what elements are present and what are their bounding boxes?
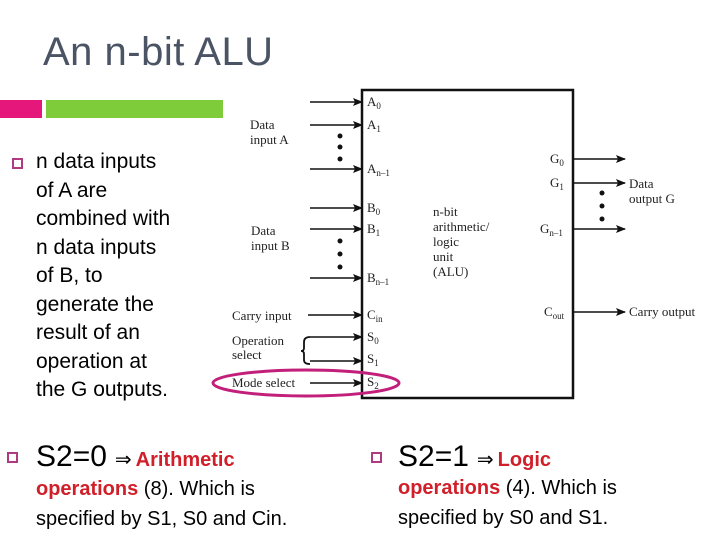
data-output-g-label: output G: [629, 191, 675, 206]
ellipsis-dot: [599, 190, 605, 196]
carry-output-label: Carry output: [629, 304, 695, 319]
pin-b1: B1: [367, 221, 380, 238]
pin-an-1: An–1: [367, 161, 390, 178]
carry-input-label: Carry input: [232, 308, 292, 323]
ellipsis-dot: [337, 251, 343, 257]
mode-select-label: Mode select: [232, 375, 296, 390]
pin-a0: A0: [367, 94, 381, 111]
ellipsis-dot: [599, 203, 605, 209]
ellipsis-dot: [337, 264, 343, 270]
ellipsis-dot: [337, 156, 343, 162]
pin-bn-1: Bn–1: [367, 270, 389, 287]
brace-icon: [300, 336, 311, 365]
operation-select-label: Operation: [232, 333, 284, 348]
pin-cin: Cin: [367, 307, 383, 324]
operation-select-label: select: [232, 347, 262, 362]
alu-box: [360, 88, 575, 400]
data-input-a-label: input A: [250, 132, 289, 147]
alu-label-line: arithmetic/: [433, 219, 490, 234]
alu-label-line: n-bit: [433, 204, 458, 219]
pin-s1: S1: [367, 351, 379, 368]
pin-b0: B0: [367, 200, 381, 217]
alu-label-line: (ALU): [433, 264, 468, 279]
pin-cout: Cout: [544, 304, 565, 321]
ellipsis-dot: [337, 144, 343, 150]
ellipsis-dot: [337, 238, 343, 244]
alu-label-line: logic: [433, 234, 459, 249]
data-output-g-label: Data: [629, 176, 654, 191]
pin-g0: G0: [550, 151, 564, 168]
pin-s2: S2: [367, 374, 379, 391]
data-input-b-label: input B: [251, 238, 290, 253]
data-input-b-label: Data: [251, 223, 276, 238]
pin-s0: S0: [367, 329, 379, 346]
alu-block-diagram: n-bit arithmetic/ logic unit (ALU) Data …: [211, 88, 695, 400]
alu-label-line: unit: [433, 249, 454, 264]
ellipsis-dot: [337, 133, 343, 139]
pin-a1: A1: [367, 117, 381, 134]
data-input-a-label: Data: [250, 117, 275, 132]
pin-g1: G1: [550, 175, 564, 192]
ellipsis-dot: [599, 216, 605, 222]
pin-gn-1: Gn–1: [540, 221, 563, 238]
